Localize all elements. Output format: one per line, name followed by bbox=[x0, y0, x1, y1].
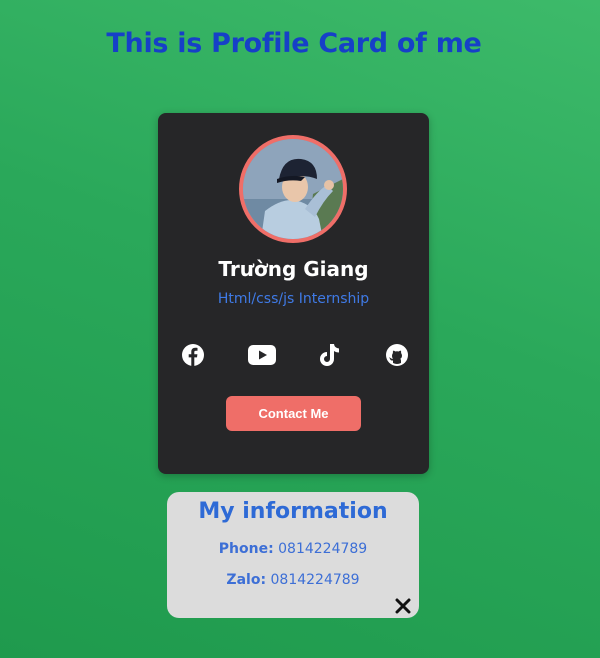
github-icon bbox=[386, 344, 408, 366]
avatar bbox=[239, 135, 347, 243]
youtube-icon bbox=[248, 345, 276, 365]
profile-role: Html/css/js Internship bbox=[217, 291, 370, 307]
close-button[interactable] bbox=[394, 597, 412, 615]
zalo-label: Zalo: bbox=[226, 572, 267, 588]
phone-value: 0814224789 bbox=[278, 541, 368, 557]
zalo-line: Zalo: 0814224789 bbox=[167, 572, 419, 588]
facebook-icon bbox=[182, 344, 204, 366]
phone-label: Phone: bbox=[218, 541, 274, 557]
profile-name: Trường Giang bbox=[218, 257, 369, 281]
phone-line: Phone: 0814224789 bbox=[167, 541, 419, 557]
tiktok-link[interactable] bbox=[317, 342, 343, 368]
contact-button[interactable]: Contact Me bbox=[226, 396, 361, 431]
info-title: My information bbox=[198, 499, 388, 524]
page-title: This is Profile Card of me bbox=[106, 28, 482, 59]
avatar-photo bbox=[243, 139, 343, 239]
profile-card: Trường Giang Html/css/js Internship Cont… bbox=[158, 113, 429, 474]
tiktok-icon bbox=[320, 344, 339, 366]
facebook-link[interactable] bbox=[180, 342, 206, 368]
zalo-value: 0814224789 bbox=[270, 572, 360, 588]
youtube-link[interactable] bbox=[247, 342, 277, 368]
social-links bbox=[180, 342, 408, 368]
close-icon bbox=[395, 598, 411, 614]
github-link[interactable] bbox=[384, 342, 410, 368]
info-panel: My information Phone: 0814224789 Zalo: 0… bbox=[167, 492, 419, 618]
